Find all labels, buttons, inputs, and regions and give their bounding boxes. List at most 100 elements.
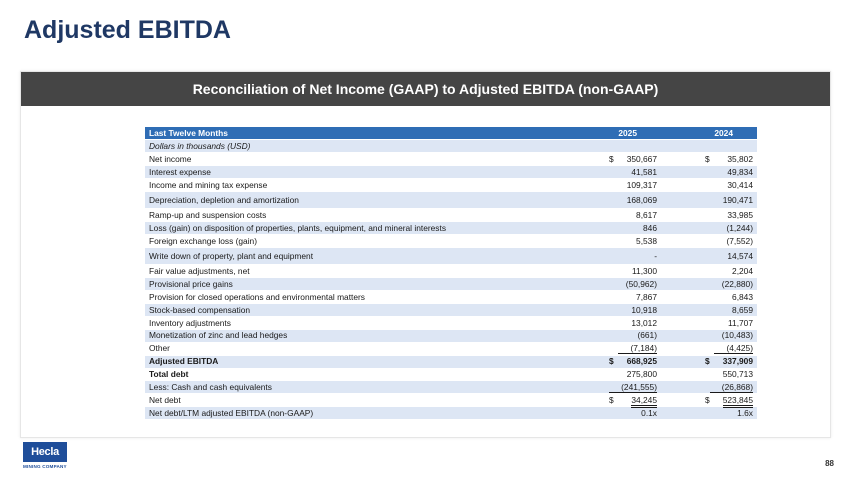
row-label: Net debt/LTM adjusted EBITDA (non-GAAP) bbox=[145, 406, 565, 421]
value-2025: 168,069 bbox=[565, 191, 661, 210]
value-2025: 7,867 bbox=[565, 290, 661, 304]
table-row: Provisional price gains (50,962) (22,880) bbox=[145, 277, 757, 291]
cell-value: 337,909 bbox=[722, 356, 753, 367]
cell-value: 30,414 bbox=[727, 180, 753, 191]
table-row: Net income $350,667 $35,802 bbox=[145, 152, 757, 167]
row-label: Fair value adjustments, net bbox=[145, 264, 565, 278]
cell-value: (10,483) bbox=[721, 330, 753, 341]
row-label: Income and mining tax expense bbox=[145, 178, 565, 193]
value-2025: 11,300 bbox=[565, 264, 661, 278]
value-2025: 0.1x bbox=[565, 406, 661, 421]
table-row: Other (7,184) (4,425) bbox=[145, 342, 757, 356]
table-row: Adjusted EBITDA $668,925 $337,909 bbox=[145, 355, 757, 369]
value-2024: $523,845 bbox=[661, 393, 757, 409]
value-2024: 2,204 bbox=[661, 264, 757, 278]
value-2024: (7,552) bbox=[661, 234, 757, 248]
row-label: Provisional price gains bbox=[145, 277, 565, 291]
value-2024: 550,713 bbox=[661, 368, 757, 382]
value-2025: (7,184) bbox=[565, 342, 661, 356]
value-2024: 6,843 bbox=[661, 290, 757, 304]
cell-value: 1.6x bbox=[737, 408, 753, 419]
value-2024: $337,909 bbox=[661, 355, 757, 369]
page-number: 88 bbox=[825, 459, 834, 468]
currency-symbol: $ bbox=[609, 395, 614, 406]
cell-value: 10,918 bbox=[631, 304, 657, 315]
table-row: Foreign exchange loss (gain) 5,538 (7,552) bbox=[145, 234, 757, 248]
table-row: Total debt 275,800 550,713 bbox=[145, 368, 757, 382]
value-2025: 10,918 bbox=[565, 303, 661, 317]
cell-value: 11,300 bbox=[632, 265, 657, 276]
value-2025: 13,012 bbox=[565, 316, 661, 330]
cell-value: 14,574 bbox=[727, 250, 753, 261]
table-header-row: Last Twelve Months 2025 2024 bbox=[145, 127, 757, 141]
value-2025: 109,317 bbox=[565, 178, 661, 193]
value-2025: 8,617 bbox=[565, 208, 661, 223]
row-label: Net income bbox=[145, 152, 565, 167]
cell-value: 6,843 bbox=[732, 291, 753, 302]
units-note: Dollars in thousands (USD) bbox=[145, 139, 565, 154]
cell-value: 34,245 bbox=[631, 395, 657, 409]
row-label: Ramp-up and suspension costs bbox=[145, 208, 565, 223]
value-2024: 33,985 bbox=[661, 208, 757, 223]
table-row: Ramp-up and suspension costs 8,617 33,985 bbox=[145, 208, 757, 223]
value-2025: (661) bbox=[565, 329, 661, 343]
cell-value: - bbox=[654, 250, 657, 261]
cell-value: 168,069 bbox=[626, 194, 657, 205]
page-title: Adjusted EBITDA bbox=[24, 16, 231, 44]
cell-value: 5,538 bbox=[636, 235, 657, 246]
cell-value: 350,667 bbox=[626, 154, 657, 165]
cell-value: (22,880) bbox=[721, 278, 753, 289]
value-2024: 30,414 bbox=[661, 178, 757, 193]
value-2025: $668,925 bbox=[565, 355, 661, 369]
table-row: Inventory adjustments 13,012 11,707 bbox=[145, 316, 757, 330]
cell-value: (7,552) bbox=[726, 235, 753, 246]
value-2024: (10,483) bbox=[661, 329, 757, 343]
cell-value: 7,867 bbox=[636, 291, 657, 302]
value-2024: (22,880) bbox=[661, 277, 757, 291]
row-label: Write down of property, plant and equipm… bbox=[145, 247, 565, 265]
value-2025: (50,962) bbox=[565, 277, 661, 291]
row-label: Provision for closed operations and envi… bbox=[145, 290, 565, 304]
cell-value: 0.1x bbox=[641, 408, 657, 419]
currency-symbol: $ bbox=[705, 154, 710, 165]
cell-value: 49,834 bbox=[727, 167, 753, 178]
header-col-2025: 2025 bbox=[565, 127, 661, 141]
row-label: Net debt bbox=[145, 393, 565, 408]
row-label: Depreciation, depletion and amortization bbox=[145, 191, 565, 210]
currency-symbol: $ bbox=[609, 356, 614, 367]
value-2025: 275,800 bbox=[565, 368, 661, 382]
row-label: Total debt bbox=[145, 368, 565, 382]
logo-subtitle: MINING COMPANY bbox=[23, 464, 67, 469]
subheader-row: Dollars in thousands (USD) bbox=[145, 139, 757, 154]
cell-value: 523,845 bbox=[722, 395, 753, 409]
cell-value: 11,707 bbox=[728, 317, 753, 328]
cell-value: (241,555) bbox=[609, 382, 657, 394]
cell-value: 109,317 bbox=[626, 180, 657, 191]
row-label: Adjusted EBITDA bbox=[145, 355, 565, 369]
cell-value: 846 bbox=[643, 222, 657, 233]
hecla-logo: Hecla MINING COMPANY bbox=[23, 442, 69, 472]
table-row: Interest expense 41,581 49,834 bbox=[145, 165, 757, 180]
header-col-2024: 2024 bbox=[661, 127, 757, 141]
table-row: Stock-based compensation 10,918 8,659 bbox=[145, 303, 757, 317]
value-2025: (241,555) bbox=[565, 380, 661, 395]
value-2024: $35,802 bbox=[661, 152, 757, 167]
cell-value: (26,868) bbox=[709, 382, 753, 394]
cell-value: 8,659 bbox=[732, 304, 753, 315]
cell-value: 33,985 bbox=[727, 209, 753, 220]
row-label: Inventory adjustments bbox=[145, 316, 565, 330]
row-label: Foreign exchange loss (gain) bbox=[145, 234, 565, 248]
cell-value: (7,184) bbox=[618, 343, 657, 355]
currency-symbol: $ bbox=[609, 154, 614, 165]
table-row: Provision for closed operations and envi… bbox=[145, 290, 757, 304]
table-row: Depreciation, depletion and amortization… bbox=[145, 191, 757, 210]
row-label: Stock-based compensation bbox=[145, 303, 565, 317]
cell-value: 8,617 bbox=[636, 209, 657, 220]
table-row: Net debt/LTM adjusted EBITDA (non-GAAP) 0… bbox=[145, 406, 757, 421]
value-2025: $350,667 bbox=[565, 152, 661, 167]
panel-header: Reconciliation of Net Income (GAAP) to A… bbox=[21, 72, 830, 106]
cell-value: (4,425) bbox=[714, 343, 753, 355]
value-2025: $34,245 bbox=[565, 393, 661, 409]
value-2024: (4,425) bbox=[661, 342, 757, 356]
row-label: Monetization of zinc and lead hedges bbox=[145, 329, 565, 343]
